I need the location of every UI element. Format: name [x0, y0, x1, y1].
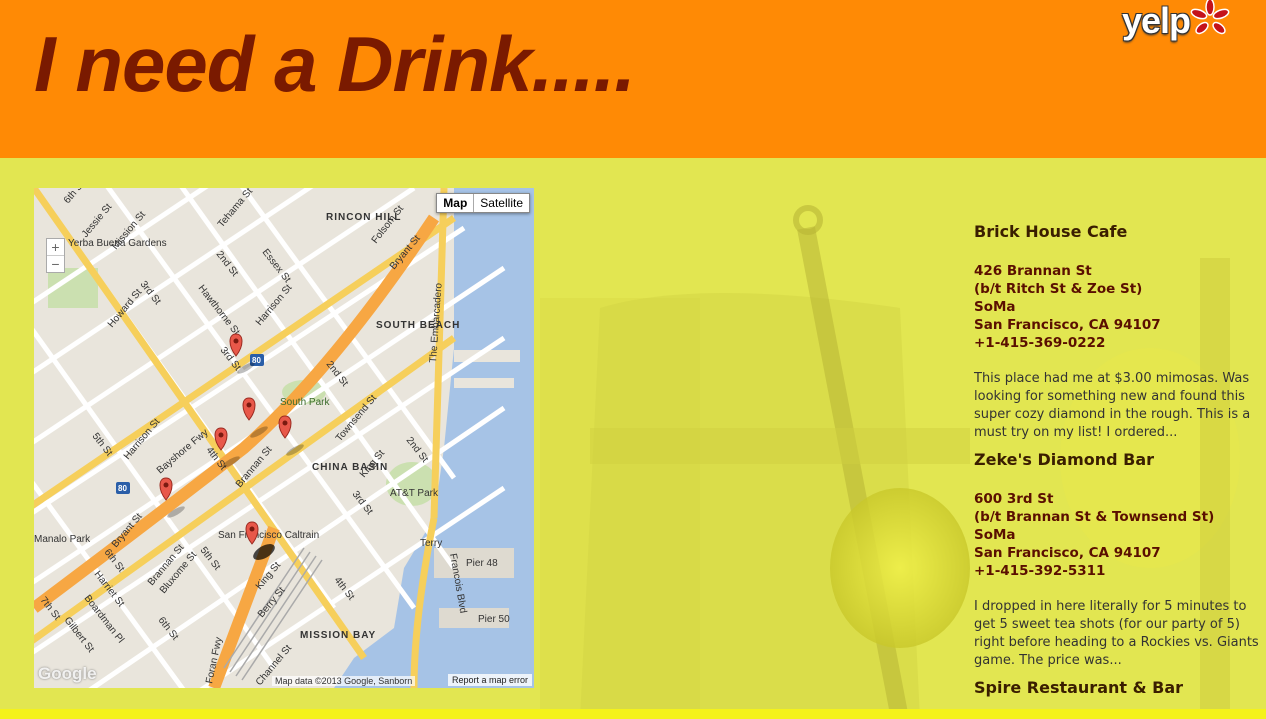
business-street: 426 Brannan St [974, 263, 1092, 279]
map-label-sf-caltrain: San Francisco Caltrain [218, 530, 319, 541]
review-line: super cozy diamond in the rough. This is… [974, 407, 1251, 422]
header-banner: I need a Drink..... yelp [0, 0, 1266, 158]
business-listings: Brick House Cafe 426 Brannan St (b/t Rit… [974, 222, 1266, 718]
map-label-terry: Terry [420, 538, 442, 549]
i80-shield-label-2: 80 [118, 484, 127, 493]
page-title: I need a Drink..... [34, 20, 636, 108]
zoom-in-button[interactable]: + [47, 239, 64, 255]
business-name[interactable]: Brick House Cafe [974, 222, 1266, 242]
business-name[interactable]: Zeke's Diamond Bar [974, 450, 1266, 470]
review-line: get 5 sweet tea shots (for our party of … [974, 617, 1240, 632]
business-city: San Francisco, CA 94107 [974, 317, 1161, 333]
map-label-pier48: Pier 48 [466, 558, 498, 569]
business-street: 600 3rd St [974, 491, 1054, 507]
business-phone: +1-415-369-0222 [974, 335, 1106, 351]
map-view[interactable]: RINCON HILL SOUTH BEACH CHINA BASIN MISS… [34, 188, 534, 688]
business-city: San Francisco, CA 94107 [974, 545, 1161, 561]
review-line: I dropped in here literally for 5 minute… [974, 599, 1247, 614]
map-type-satellite-button[interactable]: Satellite [474, 194, 529, 212]
map-type-map-button[interactable]: Map [437, 194, 475, 212]
review-line: game. The price was... [974, 653, 1122, 668]
map-canvas: RINCON HILL SOUTH BEACH CHINA BASIN MISS… [34, 188, 534, 688]
report-map-error-link[interactable]: Report a map error [447, 674, 532, 686]
business-neighborhood: SoMa [974, 527, 1016, 543]
yelp-logo-text: yelp [1122, 0, 1191, 41]
bottom-strip [0, 709, 1266, 719]
map-attribution: Map data ©2013 Google, Sanborn [272, 676, 416, 686]
business-phone: +1-415-392-5311 [974, 563, 1106, 579]
review-line: This place had me at $3.00 mimosas. Was [974, 371, 1250, 386]
map-label-att-park: AT&T Park [390, 488, 439, 499]
review-line: right before heading to a Rockies vs. Gi… [974, 635, 1259, 650]
map-type-control: Map Satellite [436, 193, 530, 213]
business-review-snippet: This place had me at $3.00 mimosas. Was … [974, 370, 1266, 442]
business-neighborhood: SoMa [974, 299, 1016, 315]
zoom-out-button[interactable]: − [47, 255, 64, 272]
map-label-pier50: Pier 50 [478, 614, 510, 625]
google-logo[interactable]: Google [38, 664, 97, 684]
zoom-control: + − [46, 238, 65, 273]
yelp-logo[interactable]: yelp [1122, 0, 1232, 44]
map-label-mission-bay: MISSION BAY [300, 630, 376, 641]
review-line: looking for something new and found this [974, 389, 1245, 404]
listing-item: Brick House Cafe 426 Brannan St (b/t Rit… [974, 222, 1266, 442]
map-label-south-beach: SOUTH BEACH [376, 320, 460, 331]
map-label-south-park: South Park [280, 397, 330, 408]
business-cross-streets: (b/t Ritch St & Zoe St) [974, 281, 1143, 297]
business-cross-streets: (b/t Brannan St & Townsend St) [974, 509, 1215, 525]
map-label-manalo: Manalo Park [34, 534, 91, 545]
business-name[interactable]: Spire Restaurant & Bar [974, 678, 1266, 698]
review-line: must try on my list! I ordered... [974, 425, 1178, 440]
listing-item: Zeke's Diamond Bar 600 3rd St (b/t Brann… [974, 450, 1266, 670]
listing-item: Spire Restaurant & Bar [974, 678, 1266, 698]
yelp-burst-icon [1190, 0, 1230, 35]
business-review-snippet: I dropped in here literally for 5 minute… [974, 598, 1266, 670]
